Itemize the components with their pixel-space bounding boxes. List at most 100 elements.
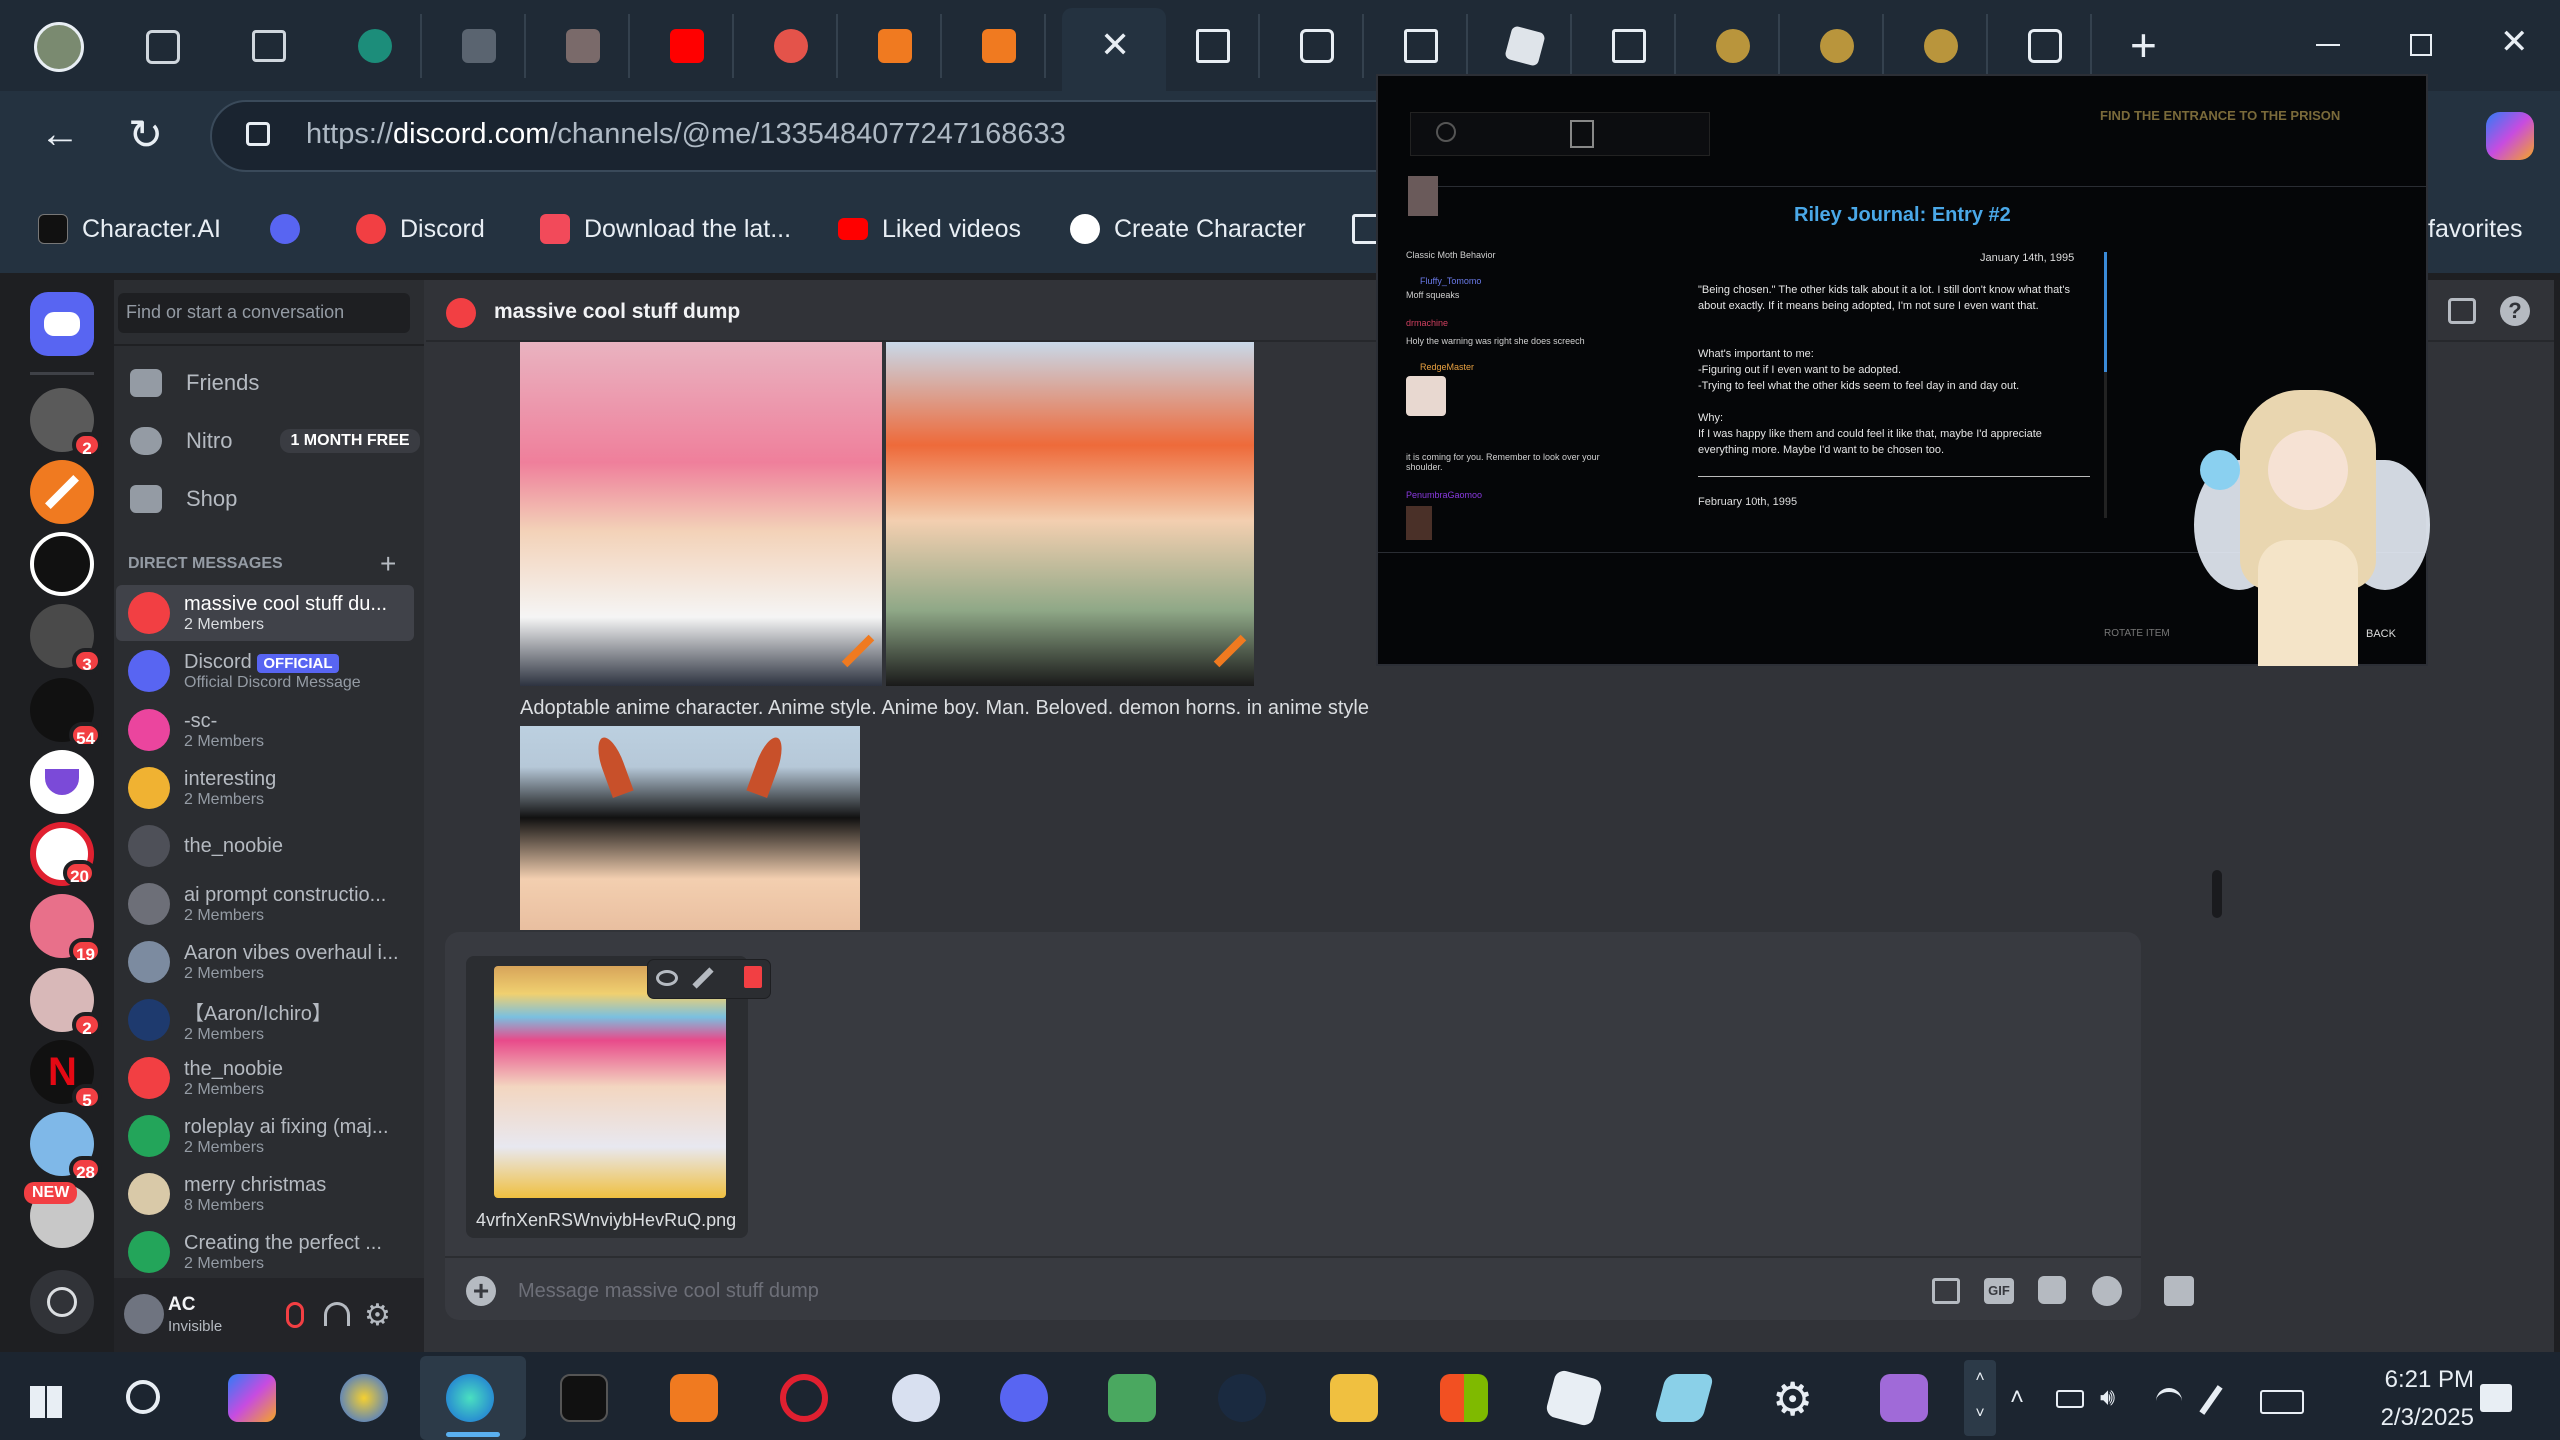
favorite-create-character[interactable]: Create Character [1070, 205, 1306, 253]
nav-nitro[interactable]: Nitro 1 MONTH FREE [130, 416, 420, 466]
server-2[interactable] [30, 460, 94, 524]
copilot-taskbar-icon[interactable] [228, 1374, 276, 1422]
settings-taskbar-icon[interactable]: ⚙ [1772, 1372, 1813, 1426]
close-window-icon[interactable]: ✕ [2500, 22, 2529, 62]
inbox-icon[interactable] [2448, 298, 2476, 324]
server-5[interactable]: 54 [30, 678, 102, 748]
chat-scrollbar[interactable] [2212, 870, 2222, 918]
dm-item-11[interactable]: Creating the perfect ... 2 Members [116, 1224, 414, 1280]
dm-item-8[interactable]: the_noobie 2 Members [116, 1050, 414, 1106]
server-1[interactable]: 2 [30, 388, 102, 458]
favorite-discord-icon-only[interactable] [270, 205, 300, 253]
favorite-download[interactable]: Download the lat... [540, 205, 791, 253]
profile-avatar[interactable] [34, 22, 84, 72]
search-icon[interactable] [1436, 122, 1456, 142]
taskbar-overflow[interactable]: ˄ ˅ [1964, 1360, 1996, 1436]
discord-taskbar-icon[interactable] [1000, 1374, 1048, 1422]
server-8[interactable]: 19 [30, 894, 102, 964]
journal-tab-icon[interactable] [1570, 120, 1594, 148]
tab-3[interactable] [538, 14, 630, 78]
back-icon[interactable]: ← [40, 112, 80, 157]
add-attachment-icon[interactable]: + [466, 1276, 496, 1306]
dm-item-6[interactable]: Aaron vibes overhaul i... 2 Members [116, 934, 414, 990]
keyboard-icon[interactable] [2260, 1390, 2304, 1414]
tab-17[interactable] [2000, 14, 2092, 78]
new-tab-icon[interactable]: + [2130, 18, 2157, 72]
user-avatar[interactable] [124, 1294, 164, 1334]
clock-date[interactable]: 2/3/2025 [2344, 1404, 2474, 1432]
dm-item-10[interactable]: merry christmas 8 Members [116, 1166, 414, 1222]
start-windows-icon[interactable] [30, 1386, 62, 1418]
minimize-icon[interactable] [2316, 44, 2340, 46]
dm-item-1[interactable]: Discord OFFICIAL Official Discord Message [116, 643, 414, 699]
tab-10[interactable] [1272, 14, 1364, 78]
server-9[interactable]: 2 [30, 968, 102, 1038]
favorite-discord[interactable]: Discord [356, 205, 485, 253]
nav-friends[interactable]: Friends [130, 358, 259, 408]
apps-icon[interactable] [2164, 1276, 2194, 1306]
server-6[interactable] [30, 750, 94, 814]
browser-taskbar-icon[interactable] [340, 1374, 388, 1422]
dm-item-7[interactable]: 【Aaron/Ichiro】 2 Members [116, 992, 414, 1048]
help-icon[interactable]: ? [2500, 296, 2530, 326]
search-taskbar-icon[interactable] [126, 1380, 160, 1414]
other-favorites[interactable]: favorites [2428, 205, 2522, 253]
tab-11[interactable] [1376, 14, 1468, 78]
tab-14[interactable] [1688, 14, 1780, 78]
create-dm-icon[interactable]: + [380, 548, 396, 580]
restore-icon[interactable] [2410, 34, 2432, 56]
nav-shop[interactable]: Shop [130, 474, 237, 524]
direct-messages-button[interactable] [30, 292, 94, 356]
message-input[interactable]: Message massive cool stuff dump [518, 1280, 819, 1303]
generated-image-orange-hair[interactable] [886, 342, 1254, 686]
dm-item-2[interactable]: -sc- 2 Members [116, 702, 414, 758]
tab-15[interactable] [1792, 14, 1884, 78]
steam-taskbar-icon[interactable] [1218, 1374, 1266, 1422]
url-text[interactable]: https://discord.com/channels/@me/1335484… [306, 118, 1066, 151]
sticker-icon[interactable] [2038, 1276, 2066, 1304]
server-10[interactable]: N5 [30, 1040, 102, 1110]
favorite-character-ai[interactable]: Character.AI [38, 205, 221, 253]
remove-attachment-trash-icon[interactable] [744, 966, 762, 988]
journal-scrollbar[interactable] [2104, 252, 2107, 372]
opera-taskbar-icon[interactable] [780, 1374, 828, 1422]
wifi-icon[interactable] [2156, 1388, 2182, 1414]
tiktok-taskbar-icon[interactable] [560, 1374, 608, 1422]
tab-16[interactable] [1896, 14, 1988, 78]
generated-image-demon-horns[interactable] [520, 726, 860, 930]
close-tab-icon[interactable]: ✕ [1100, 24, 1130, 66]
anime-app-taskbar-icon[interactable] [1880, 1374, 1928, 1422]
server-11[interactable]: 28 [30, 1112, 102, 1182]
volume-icon[interactable]: 🔊︎ [2100, 1384, 2115, 1412]
settings-gear-icon[interactable]: ⚙ [364, 1298, 391, 1333]
dm-item-3[interactable]: interesting 2 Members [116, 760, 414, 816]
tab-4[interactable] [642, 14, 734, 78]
edge-taskbar-icon[interactable] [446, 1374, 494, 1422]
tab-7[interactable] [954, 14, 1046, 78]
tab-9[interactable] [1168, 14, 1260, 78]
generated-image-pink-hair[interactable] [520, 342, 882, 686]
gift-icon[interactable] [1932, 1278, 1960, 1304]
tab-actions-icon[interactable] [252, 30, 286, 62]
server-3[interactable] [30, 532, 94, 596]
server-12[interactable]: NEW [24, 1182, 94, 1248]
emoji-icon[interactable] [2092, 1276, 2122, 1306]
tray-chevron-icon[interactable]: ˄ [2010, 1384, 2024, 1412]
server-7[interactable]: 20 [30, 822, 96, 886]
dm-item-0[interactable]: massive cool stuff du... 2 Members [116, 585, 414, 641]
minecraft-taskbar-icon[interactable] [1108, 1374, 1156, 1422]
touch-app-taskbar-icon[interactable] [670, 1374, 718, 1422]
mute-mic-icon[interactable] [286, 1302, 304, 1328]
discover-button[interactable] [30, 1270, 94, 1334]
clock-time[interactable]: 6:21 PM [2344, 1366, 2474, 1394]
tab-1[interactable] [330, 14, 422, 78]
tab-5[interactable] [746, 14, 838, 78]
refresh-icon[interactable]: ↻ [128, 110, 163, 159]
copilot-icon[interactable] [2486, 112, 2534, 160]
back-button[interactable]: BACK [2366, 628, 2396, 640]
tab-13[interactable] [1584, 14, 1676, 78]
dm-item-9[interactable]: roleplay ai fixing (maj... 2 Members [116, 1108, 414, 1164]
notifications-icon[interactable] [2480, 1384, 2512, 1412]
search-input[interactable]: Find or start a conversation [118, 293, 410, 333]
spoiler-eye-icon[interactable] [656, 970, 678, 986]
